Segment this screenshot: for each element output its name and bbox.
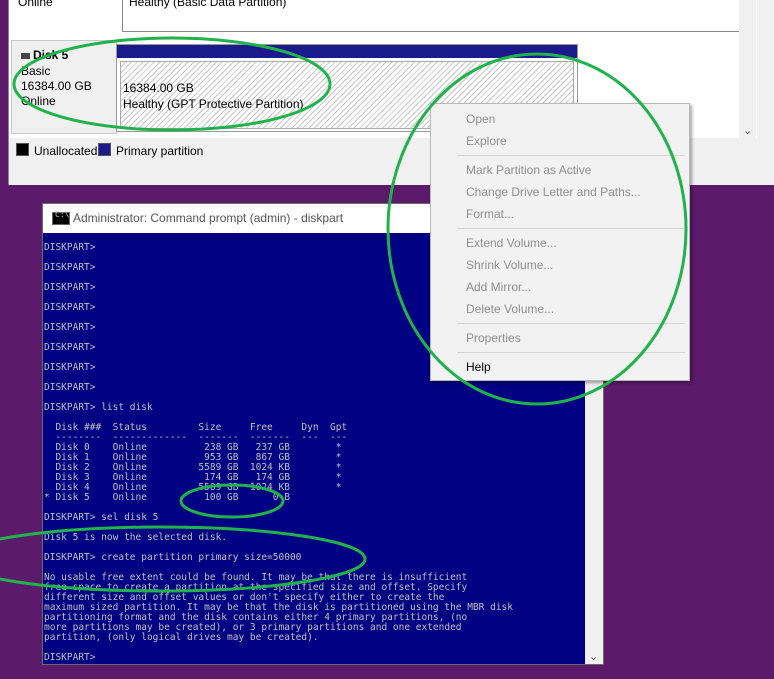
context-menu: Open Explore Mark Partition as Active Ch… [430, 103, 690, 381]
disk5-status: Online [21, 94, 56, 108]
cmd-icon: C:\ [52, 210, 70, 225]
disk-icon [21, 52, 30, 59]
console-line: DISKPART> [44, 262, 96, 273]
menu-item-change-drive-letter[interactable]: Change Drive Letter and Paths... [466, 185, 641, 199]
legend-unallocated-label: Unallocated [34, 144, 98, 158]
menu-item-extend-volume[interactable]: Extend Volume... [466, 236, 557, 250]
console-line: DISKPART> [44, 652, 96, 663]
menu-separator [457, 228, 685, 229]
disk-table-row: * Disk 5 Online 100 GB 0 B [44, 492, 290, 503]
legend-unallocated: Unallocated [16, 143, 97, 158]
disk-list-scrollbar[interactable]: ⌄ [739, 0, 756, 138]
previous-partition-status: Healthy (Basic Data Partition) [129, 0, 287, 9]
disk5-name: Disk 5 [33, 48, 69, 62]
console-line: DISKPART> list disk [44, 402, 153, 413]
previous-disk-row: Online Healthy (Basic Data Partition) [9, 0, 749, 32]
disk5-type: Basic [21, 64, 51, 78]
menu-item-open[interactable]: Open [466, 112, 495, 126]
console-line: DISKPART> [44, 322, 96, 333]
menu-item-help[interactable]: Help [466, 360, 491, 374]
previous-disk-partition[interactable]: Healthy (Basic Data Partition) [122, 0, 746, 32]
menu-item-explore[interactable]: Explore [466, 134, 507, 148]
chevron-down-icon[interactable]: ⌄ [743, 124, 752, 137]
previous-disk-status: Online [18, 0, 53, 9]
console-line: DISKPART> [44, 362, 96, 373]
menu-separator [457, 155, 685, 156]
partition-color-bar [117, 45, 577, 58]
partition-size: 16384.00 GB [123, 81, 194, 95]
console-line: DISKPART> sel disk 5 [44, 512, 159, 523]
console-line: DISKPART> [44, 302, 96, 313]
cmd-icon-text: C:\ [55, 210, 70, 219]
menu-separator [457, 352, 685, 353]
cmd-title: Administrator: Command prompt (admin) - … [73, 211, 344, 225]
legend-primary-label: Primary partition [116, 144, 204, 158]
console-line: DISKPART> [44, 282, 96, 293]
console-line: DISKPART> [44, 242, 96, 253]
menu-separator [457, 323, 685, 324]
disk5-size: 16384.00 GB [21, 79, 92, 93]
console-line: DISKPART> [44, 382, 96, 393]
chevron-down-icon[interactable]: ⌄ [589, 650, 598, 663]
legend-primary: Primary partition [98, 143, 203, 158]
console-line: DISKPART> create partition primary size=… [44, 552, 302, 563]
menu-item-mark-active[interactable]: Mark Partition as Active [466, 163, 591, 177]
error-line: partition, (only logical drives may be c… [44, 632, 319, 643]
menu-item-delete-volume[interactable]: Delete Volume... [466, 302, 554, 316]
disk5-name-line: Disk 5 [21, 48, 68, 62]
partition-status: Healthy (GPT Protective Partition) [123, 97, 304, 111]
console-line: Disk 5 is now the selected disk. [44, 532, 228, 543]
menu-item-properties[interactable]: Properties [466, 331, 521, 345]
unallocated-swatch [16, 143, 29, 156]
menu-item-add-mirror[interactable]: Add Mirror... [466, 280, 531, 294]
menu-item-shrink-volume[interactable]: Shrink Volume... [466, 258, 553, 272]
primary-partition-swatch [98, 143, 111, 156]
menu-item-format[interactable]: Format... [466, 207, 514, 221]
disk5-label[interactable]: Disk 5 Basic 16384.00 GB Online [11, 40, 117, 134]
console-line: DISKPART> [44, 342, 96, 353]
